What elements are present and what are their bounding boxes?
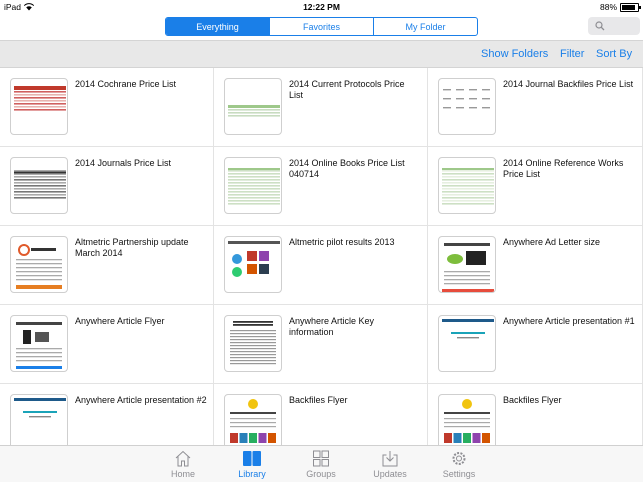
segment-my-folder[interactable]: My Folder [374,18,477,35]
home-icon [175,450,191,467]
document-item[interactable]: Anywhere Article presentation #1 [428,305,643,384]
document-thumbnail [10,157,68,214]
tab-updates[interactable]: Updates [364,450,416,479]
document-title: 2014 Current Protocols Price List [289,79,405,100]
filter-button[interactable]: Filter [560,48,584,60]
document-thumbnail [438,157,496,214]
document-thumbnail [10,394,68,445]
document-thumbnail [224,157,282,214]
document-item[interactable]: 2014 Current Protocols Price List [214,68,428,147]
battery-icon [620,3,641,12]
tab-settings-label: Settings [442,469,476,479]
document-item[interactable]: Anywhere Ad Letter size [428,226,643,305]
battery-percent: 88% [599,2,617,12]
sort-by-button[interactable]: Sort By [596,48,632,60]
library-icon [243,451,261,466]
document-item[interactable]: Altmetric pilot results 2013 [214,226,428,305]
document-title: Backfiles Flyer [503,395,562,405]
tab-library-label: Library [238,469,266,479]
document-title: Anywhere Ad Letter size [503,237,601,247]
document-title: Anywhere Article presentation #1 [503,316,635,326]
nav-bar: Everything Favorites My Folder [0,14,643,40]
document-item[interactable]: 2014 Online Reference Works Price List [428,147,643,226]
segmented-control: Everything Favorites My Folder [165,17,478,36]
document-item[interactable]: Altmetric Partnership update March 2014 [0,226,214,305]
document-item[interactable]: Backfiles Flyer [428,384,643,445]
tab-home-label: Home [170,469,195,479]
status-bar: iPad 12:22 PM 88% [0,0,643,14]
search-icon [595,21,605,31]
clock: 12:22 PM [303,2,340,12]
tab-settings[interactable]: Settings [433,450,485,479]
document-thumbnail [224,315,282,372]
library-toolbar: Show Folders Filter Sort By [0,40,643,68]
document-item[interactable]: Anywhere Article Key information [214,305,428,384]
tab-groups-label: Groups [306,469,336,479]
document-thumbnail [438,236,496,293]
document-item[interactable]: Backfiles Flyer [214,384,428,445]
document-thumbnail [10,236,68,293]
updates-icon [382,451,398,467]
document-item[interactable]: Anywhere Article Flyer [0,305,214,384]
tab-home[interactable]: Home [157,450,209,479]
document-thumbnail [438,315,496,372]
document-title: 2014 Online Books Price List 040714 [289,158,405,179]
document-thumbnail [10,78,68,135]
document-title: Altmetric Partnership update March 2014 [75,237,189,258]
document-thumbnail [438,78,496,135]
document-title: Altmetric pilot results 2013 [289,237,395,247]
document-item[interactable]: 2014 Journal Backfiles Price List [428,68,643,147]
segment-favorites[interactable]: Favorites [270,18,374,35]
search-button[interactable] [588,17,640,35]
tab-bar: Home Library Groups Updates Settings [0,445,643,482]
document-thumbnail [224,394,282,445]
document-item[interactable]: 2014 Cochrane Price List [0,68,214,147]
document-title: 2014 Journal Backfiles Price List [503,79,634,89]
document-item[interactable]: 2014 Online Books Price List 040714 [214,147,428,226]
document-item[interactable]: 2014 Journals Price List [0,147,214,226]
document-thumbnail [10,315,68,372]
document-grid: 2014 Cochrane Price List 2014 Current Pro… [0,68,643,445]
document-title: 2014 Online Reference Works Price List [503,158,624,179]
document-thumbnail [438,394,496,445]
settings-icon [452,452,466,465]
tab-updates-label: Updates [373,469,407,479]
groups-icon [313,450,329,467]
document-thumbnail [224,78,282,135]
document-title: Anywhere Article Key information [289,316,375,337]
document-title: Anywhere Article Flyer [75,316,165,326]
show-folders-button[interactable]: Show Folders [481,48,548,60]
document-thumbnail [224,236,282,293]
document-title: Backfiles Flyer [289,395,348,405]
document-title: 2014 Cochrane Price List [75,79,177,89]
segment-everything[interactable]: Everything [166,18,270,35]
document-title: 2014 Journals Price List [75,158,172,168]
document-title: Anywhere Article presentation #2 [75,395,207,405]
document-item[interactable]: Anywhere Article presentation #2 [0,384,214,445]
tab-groups[interactable]: Groups [295,450,347,479]
tab-library[interactable]: Library [226,450,278,479]
